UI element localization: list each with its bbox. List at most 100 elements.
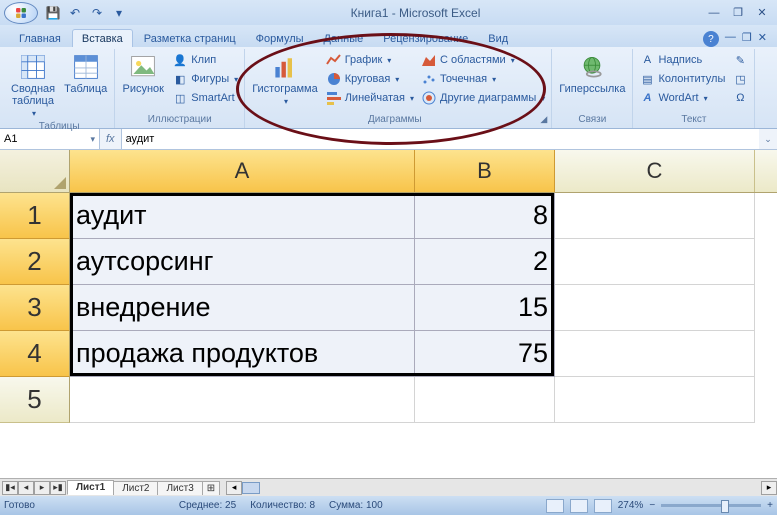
cell[interactable] bbox=[555, 285, 755, 331]
formula-input[interactable] bbox=[122, 129, 759, 149]
cell[interactable]: внедрение bbox=[70, 285, 415, 331]
chevron-down-icon[interactable]: ▾ bbox=[90, 134, 95, 145]
pie-chart-button[interactable]: Круговая▾ bbox=[324, 70, 416, 88]
row-header[interactable]: 2 bbox=[0, 239, 70, 285]
other-charts-button[interactable]: Другие диаграммы▾ bbox=[419, 89, 547, 107]
row-header[interactable]: 3 bbox=[0, 285, 70, 331]
cell[interactable]: 15 bbox=[415, 285, 555, 331]
tab-formulas[interactable]: Формулы bbox=[247, 30, 313, 47]
scatter-chart-icon bbox=[421, 71, 437, 87]
row-header[interactable]: 4 bbox=[0, 331, 70, 377]
row-header[interactable]: 1 bbox=[0, 193, 70, 239]
area-chart-button[interactable]: С областями▾ bbox=[419, 51, 547, 69]
cell[interactable] bbox=[555, 239, 755, 285]
redo-icon[interactable]: ↷ bbox=[88, 4, 106, 22]
pivot-table-button[interactable]: Сводная таблица ▾ bbox=[8, 51, 58, 120]
sheet-nav-next[interactable]: ▸ bbox=[34, 481, 50, 495]
cell[interactable] bbox=[555, 377, 755, 423]
view-normal-button[interactable] bbox=[546, 499, 564, 513]
row-header[interactable]: 5 bbox=[0, 377, 70, 423]
shapes-button[interactable]: ◧Фигуры▾ bbox=[170, 70, 240, 88]
bar-chart-button[interactable]: Линейчатая▾ bbox=[324, 89, 416, 107]
formula-bar-expand[interactable]: ⌄ bbox=[759, 134, 777, 145]
textbox-button[interactable]: AНадпись bbox=[637, 51, 727, 69]
view-pagebreak-button[interactable] bbox=[594, 499, 612, 513]
fx-button[interactable]: fx bbox=[106, 133, 115, 145]
undo-icon[interactable]: ↶ bbox=[66, 4, 84, 22]
tab-review[interactable]: Рецензирование bbox=[374, 30, 477, 47]
zoom-level[interactable]: 274% bbox=[618, 500, 644, 511]
minimize-button[interactable]: — bbox=[703, 5, 725, 21]
sheet-nav-prev[interactable]: ◂ bbox=[18, 481, 34, 495]
zoom-in-button[interactable]: + bbox=[767, 500, 773, 511]
group-illustrations-label: Иллюстрации bbox=[119, 113, 240, 126]
hscroll-left[interactable]: ◂ bbox=[226, 481, 242, 495]
clip-icon: 👤 bbox=[172, 52, 188, 68]
qat-customize-icon[interactable]: ▾ bbox=[110, 4, 128, 22]
cell[interactable]: продажа продуктов bbox=[70, 331, 415, 377]
close-button[interactable]: ✕ bbox=[751, 5, 773, 21]
sheet-tab-1[interactable]: Лист1 bbox=[67, 480, 114, 495]
clip-button[interactable]: 👤Клип bbox=[170, 51, 240, 69]
wordart-icon: A bbox=[639, 90, 655, 106]
cell[interactable] bbox=[555, 193, 755, 239]
status-sum: Сумма: 100 bbox=[329, 500, 383, 511]
column-header-A[interactable]: A bbox=[70, 150, 415, 192]
select-all-corner[interactable] bbox=[0, 150, 70, 192]
scatter-chart-button[interactable]: Точечная▾ bbox=[419, 70, 547, 88]
doc-restore-button[interactable]: ❐ bbox=[742, 31, 752, 47]
hyperlink-button[interactable]: Гиперссылка bbox=[556, 51, 628, 97]
shapes-icon: ◧ bbox=[172, 71, 188, 87]
picture-button[interactable]: Рисунок bbox=[119, 51, 167, 97]
view-pagelayout-button[interactable] bbox=[570, 499, 588, 513]
zoom-slider[interactable] bbox=[661, 504, 761, 507]
table-button[interactable]: Таблица bbox=[61, 51, 110, 97]
headerfooter-icon: ▤ bbox=[639, 71, 655, 87]
symbol-button[interactable]: Ω bbox=[730, 89, 750, 107]
status-count: Количество: 8 bbox=[250, 500, 315, 511]
other-charts-icon bbox=[421, 90, 437, 106]
cell[interactable] bbox=[415, 377, 555, 423]
headerfooter-button[interactable]: ▤Колонтитулы bbox=[637, 70, 727, 88]
column-chart-button[interactable]: Гистограмма ▾ bbox=[249, 51, 321, 108]
sheet-tab-3[interactable]: Лист3 bbox=[157, 481, 202, 495]
office-button[interactable] bbox=[4, 2, 38, 24]
group-charts-label: Диаграммы bbox=[249, 114, 540, 125]
cell[interactable]: 75 bbox=[415, 331, 555, 377]
hscroll-right[interactable]: ▸ bbox=[761, 481, 777, 495]
doc-close-button[interactable]: ✕ bbox=[758, 31, 767, 47]
tab-data[interactable]: Данные bbox=[315, 30, 373, 47]
doc-minimize-button[interactable]: — bbox=[725, 31, 736, 47]
restore-button[interactable]: ❐ bbox=[727, 5, 749, 21]
cell[interactable]: аутсорсинг bbox=[70, 239, 415, 285]
charts-dialog-launcher[interactable]: ◢ bbox=[540, 114, 547, 125]
column-header-B[interactable]: B bbox=[415, 150, 555, 192]
tab-home[interactable]: Главная bbox=[10, 30, 70, 47]
smartart-icon: ◫ bbox=[172, 90, 188, 106]
cell[interactable] bbox=[555, 331, 755, 377]
name-box-input[interactable] bbox=[4, 133, 64, 145]
sheet-tab-2[interactable]: Лист2 bbox=[113, 481, 158, 495]
signature-button[interactable]: ✎ bbox=[730, 51, 750, 69]
sheet-tab-new[interactable]: ⊞ bbox=[202, 481, 220, 495]
wordart-button[interactable]: AWordArt▾ bbox=[637, 89, 727, 107]
group-links-label: Связи bbox=[556, 113, 628, 126]
tab-insert[interactable]: Вставка bbox=[72, 29, 133, 47]
cell[interactable] bbox=[70, 377, 415, 423]
line-chart-button[interactable]: График▾ bbox=[324, 51, 416, 69]
object-button[interactable]: ◳ bbox=[730, 70, 750, 88]
sheet-nav-last[interactable]: ▸▮ bbox=[50, 481, 66, 495]
cell[interactable]: 2 bbox=[415, 239, 555, 285]
column-header-C[interactable]: C bbox=[555, 150, 755, 192]
zoom-out-button[interactable]: − bbox=[649, 500, 655, 511]
hscroll-thumb[interactable] bbox=[242, 482, 260, 494]
cell[interactable]: 8 bbox=[415, 193, 555, 239]
tab-view[interactable]: Вид bbox=[479, 30, 517, 47]
cell[interactable]: аудит bbox=[70, 193, 415, 239]
tab-pagelayout[interactable]: Разметка страниц bbox=[135, 30, 245, 47]
smartart-button[interactable]: ◫SmartArt bbox=[170, 89, 240, 107]
status-ready: Готово bbox=[4, 500, 35, 511]
help-icon[interactable]: ? bbox=[703, 31, 719, 47]
sheet-nav-first[interactable]: ▮◂ bbox=[2, 481, 18, 495]
save-icon[interactable]: 💾 bbox=[44, 4, 62, 22]
